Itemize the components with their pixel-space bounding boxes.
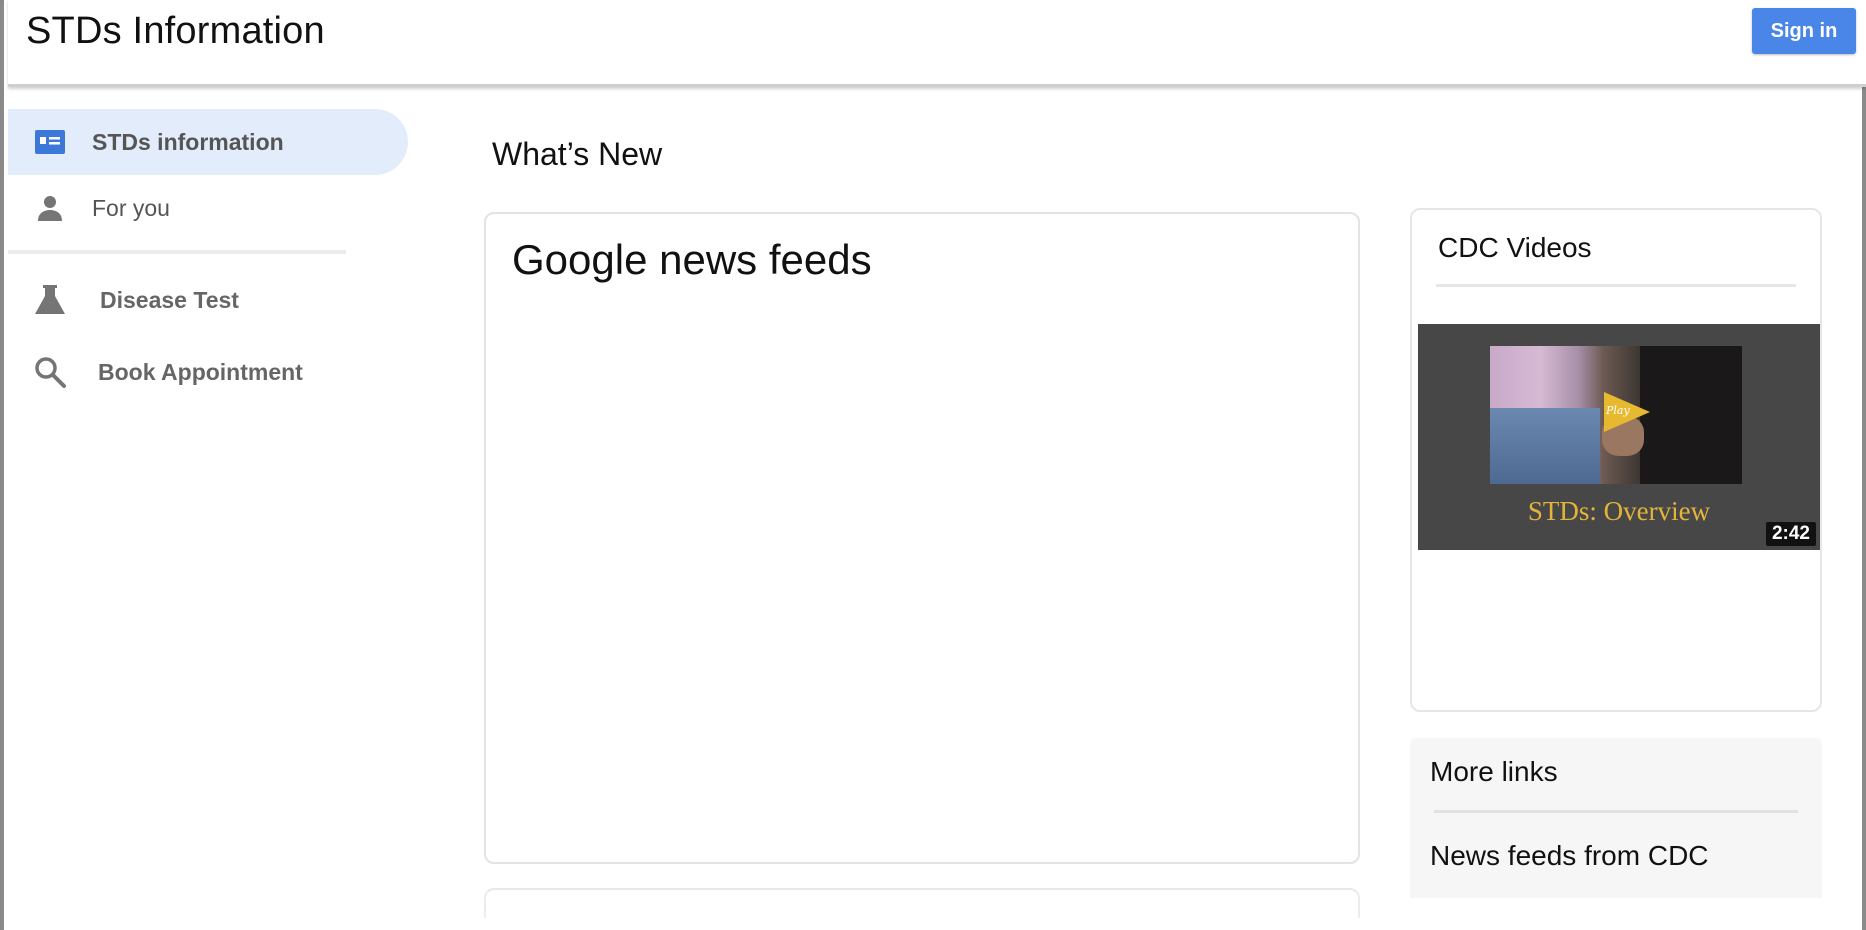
next-card-edge bbox=[484, 888, 1360, 918]
sidebar-nav: STDs information For you Disease Test Bo… bbox=[8, 100, 428, 900]
sidebar-item-label: Book Appointment bbox=[98, 358, 303, 385]
news-card-title: Google news feeds bbox=[512, 236, 872, 283]
more-links-title: More links bbox=[1430, 756, 1558, 787]
video-duration: 2:42 bbox=[1765, 522, 1816, 546]
video-thumbnail[interactable]: Play STDs: Overview 2:42 bbox=[1418, 324, 1820, 550]
jeans-shape bbox=[1490, 408, 1600, 484]
flask-icon bbox=[32, 282, 68, 318]
videos-card-title: CDC Videos bbox=[1438, 232, 1592, 263]
app-window: STDs Information Sign in STDs informatio… bbox=[0, 0, 1866, 930]
cdc-news-feeds-link[interactable]: News feeds from CDC bbox=[1430, 840, 1709, 872]
sidebar-item-disease-test[interactable]: Disease Test bbox=[8, 267, 408, 333]
sidebar-item-label: Disease Test bbox=[100, 286, 239, 313]
section-title: What’s New bbox=[492, 136, 663, 172]
play-label: Play bbox=[1606, 404, 1630, 417]
search-icon bbox=[32, 354, 68, 390]
sidebar-item-for-you[interactable]: For you bbox=[8, 175, 408, 241]
sidebar-item-label: For you bbox=[92, 194, 170, 221]
top-app-bar: STDs Information Sign in bbox=[8, 0, 1866, 87]
sign-in-button[interactable]: Sign in bbox=[1752, 8, 1856, 54]
google-news-card: Google news feeds bbox=[484, 212, 1360, 864]
sidebar-divider bbox=[8, 250, 346, 254]
more-links-card: More links News feeds from CDC bbox=[1410, 738, 1822, 898]
cdc-videos-card: CDC Videos Play STDs: Overview 2:42 bbox=[1410, 208, 1822, 712]
sidebar-item-label: STDs information bbox=[92, 128, 284, 155]
shadow-shape bbox=[1640, 346, 1742, 484]
app-title: STDs Information bbox=[26, 10, 325, 52]
sidebar-item-stds-information[interactable]: STDs information bbox=[8, 109, 408, 175]
person-icon bbox=[32, 190, 68, 226]
sidebar-item-book-appointment[interactable]: Book Appointment bbox=[8, 339, 408, 405]
video-caption: STDs: Overview bbox=[1527, 496, 1711, 526]
id-card-icon bbox=[32, 124, 68, 160]
card-divider bbox=[1434, 810, 1798, 813]
card-divider bbox=[1436, 284, 1796, 287]
